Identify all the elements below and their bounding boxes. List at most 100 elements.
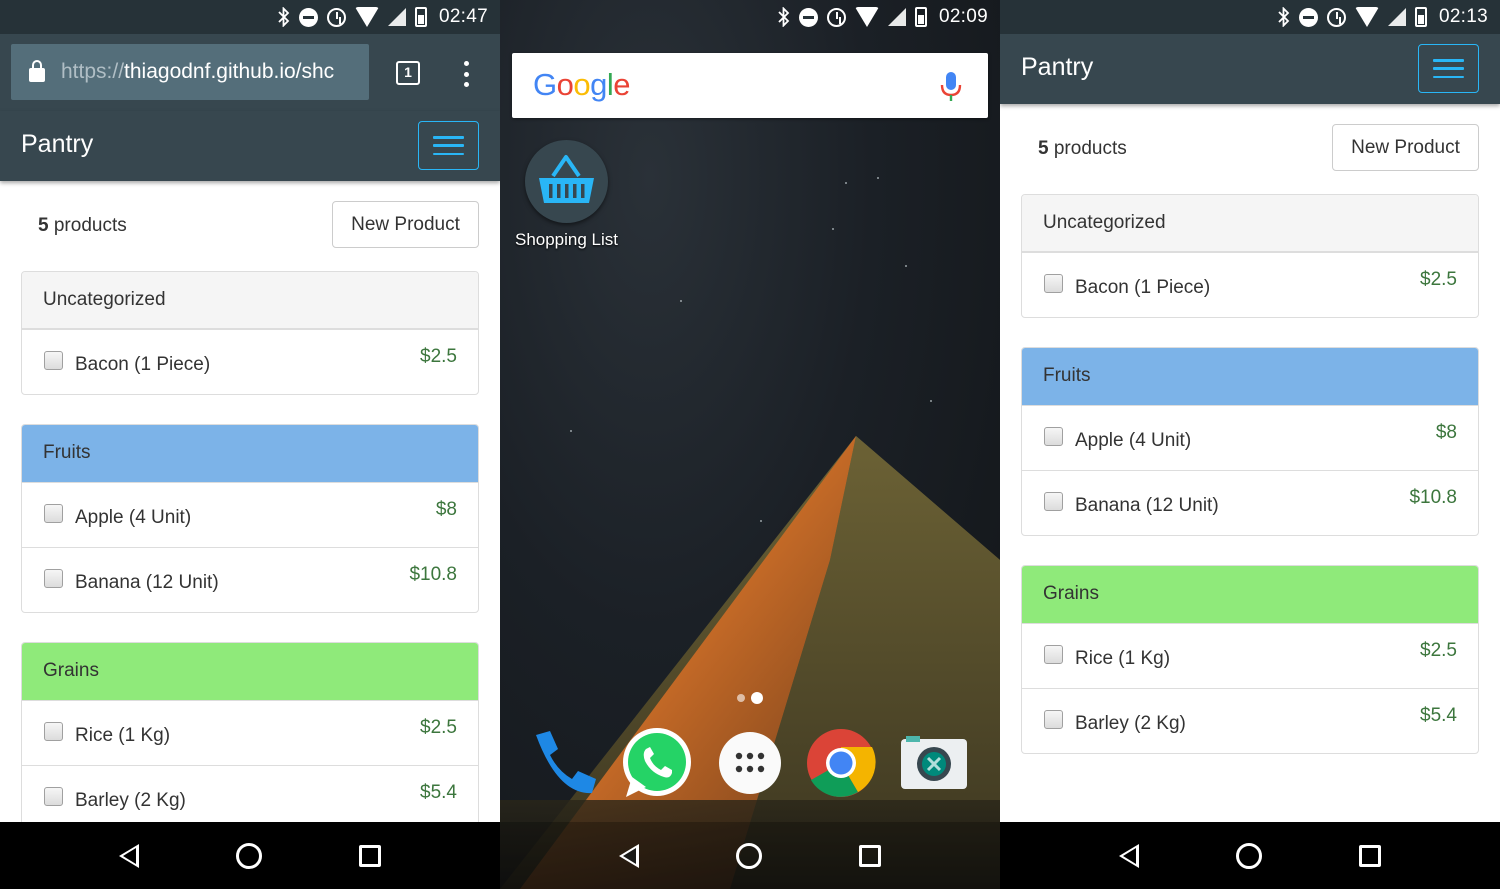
alarm-icon: [326, 7, 346, 27]
microphone-icon[interactable]: [940, 71, 962, 103]
home-icon[interactable]: [235, 842, 262, 869]
alarm-icon: [1326, 7, 1346, 27]
url-text: https://thiagodnf.github.io/shc: [61, 60, 335, 83]
menu-toggle-button[interactable]: [1418, 44, 1479, 93]
do-not-disturb-icon: [298, 7, 318, 27]
browser-menu-icon[interactable]: [464, 61, 470, 87]
product-checkbox[interactable]: [44, 722, 63, 741]
product-checkbox[interactable]: [1044, 427, 1063, 446]
clock: 02:13: [1438, 6, 1488, 27]
lock-icon: [29, 60, 45, 82]
clock: 02:47: [438, 6, 488, 27]
new-product-button[interactable]: New Product: [332, 201, 479, 248]
wifi-icon: [1354, 7, 1379, 27]
new-product-button[interactable]: New Product: [1332, 124, 1479, 171]
group-panel-grains: Grains Rice (1 Kg) $2.5 Barley (2 Kg) $5…: [21, 642, 479, 831]
home-icon[interactable]: [735, 842, 762, 869]
product-name: Rice (1 Kg): [1075, 648, 1171, 669]
system-nav-bar: [500, 822, 1000, 889]
product-item[interactable]: Bacon (1 Piece) $2.5: [1022, 252, 1478, 317]
app-navbar: Pantry: [1000, 34, 1500, 104]
whatsapp-icon[interactable]: [620, 727, 692, 799]
back-icon[interactable]: [618, 843, 639, 868]
browser-toolbar: https://thiagodnf.github.io/shc 1: [0, 34, 500, 111]
product-price: $8: [435, 499, 457, 520]
status-bar: 02:13: [1000, 0, 1500, 34]
app-brand[interactable]: Pantry: [1021, 53, 1093, 82]
product-item[interactable]: Banana (12 Unit) $10.8: [22, 547, 478, 612]
phone-icon[interactable]: [528, 727, 600, 799]
product-checkbox[interactable]: [44, 787, 63, 806]
product-item[interactable]: Bacon (1 Piece) $2.5: [22, 329, 478, 394]
product-price: $10.8: [409, 564, 457, 585]
product-item[interactable]: Apple (4 Unit) $8: [1022, 405, 1478, 470]
product-price: $2.5: [420, 717, 457, 738]
product-checkbox[interactable]: [1044, 492, 1063, 511]
back-icon[interactable]: [118, 843, 139, 868]
recents-icon[interactable]: [1359, 844, 1382, 867]
group-heading: Uncategorized: [1022, 195, 1478, 252]
summary-row: 5 products New Product: [1021, 124, 1479, 194]
summary-row: 5 products New Product: [21, 201, 479, 271]
recents-icon[interactable]: [859, 844, 882, 867]
home-icon[interactable]: [1235, 842, 1262, 869]
product-name: Apple (4 Unit): [1075, 430, 1192, 451]
camera-icon[interactable]: [898, 727, 970, 799]
group-panel-fruits: Fruits Apple (4 Unit) $8 Banana (12 Unit…: [21, 424, 479, 613]
battery-icon: [414, 7, 427, 27]
product-price: $10.8: [1409, 487, 1457, 508]
cell-signal-icon: [387, 8, 406, 26]
product-price: $5.4: [420, 782, 457, 803]
system-nav-bar: [0, 822, 500, 889]
product-checkbox[interactable]: [1044, 274, 1063, 293]
product-price: $5.4: [1420, 705, 1457, 726]
main-content: 5 products New Product Uncategorized Bac…: [21, 201, 479, 860]
back-icon[interactable]: [1118, 843, 1139, 868]
basket-icon: [539, 155, 594, 203]
app-brand[interactable]: Pantry: [21, 130, 93, 159]
app-drawer-icon[interactable]: [714, 727, 786, 799]
product-item[interactable]: Barley (2 Kg) $5.4: [22, 765, 478, 830]
product-item[interactable]: Barley (2 Kg) $5.4: [1022, 688, 1478, 753]
product-count: 5 products: [1038, 138, 1127, 159]
bluetooth-icon: [278, 7, 290, 27]
group-heading: Fruits: [22, 425, 478, 482]
group-panel-uncategorized: Uncategorized Bacon (1 Piece) $2.5: [1021, 194, 1479, 318]
group-panel-fruits: Fruits Apple (4 Unit) $8 Banana (12 Unit…: [1021, 347, 1479, 536]
product-item[interactable]: Apple (4 Unit) $8: [22, 482, 478, 547]
bluetooth-icon: [1278, 7, 1290, 27]
tab-switcher-button[interactable]: 1: [396, 61, 420, 85]
screen-standalone-app: 02:13 Pantry 5 products New Product Unca…: [1000, 0, 1500, 889]
product-item[interactable]: Banana (12 Unit) $10.8: [1022, 470, 1478, 535]
product-item[interactable]: Rice (1 Kg) $2.5: [22, 700, 478, 765]
google-search-bar[interactable]: Google: [512, 53, 988, 118]
shopping-list-label[interactable]: Shopping List: [500, 230, 633, 250]
shopping-list-app-icon[interactable]: [525, 140, 608, 223]
product-name: Banana (12 Unit): [75, 572, 219, 593]
menu-toggle-button[interactable]: [418, 121, 479, 170]
product-name: Apple (4 Unit): [75, 507, 192, 528]
product-checkbox[interactable]: [44, 504, 63, 523]
battery-icon: [1414, 7, 1427, 27]
wifi-icon: [854, 7, 879, 27]
google-logo: Google: [533, 67, 631, 102]
clock: 02:09: [938, 6, 988, 27]
product-price: $2.5: [1420, 640, 1457, 661]
product-price: $8: [1435, 422, 1457, 443]
product-price: $2.5: [1420, 269, 1457, 290]
chrome-icon[interactable]: [805, 727, 877, 799]
page-indicator: [737, 692, 763, 704]
cell-signal-icon: [887, 8, 906, 26]
address-bar[interactable]: https://thiagodnf.github.io/shc: [11, 44, 369, 100]
product-checkbox[interactable]: [1044, 645, 1063, 664]
product-checkbox[interactable]: [44, 351, 63, 370]
status-bar: 02:47: [0, 0, 500, 34]
group-heading: Fruits: [1022, 348, 1478, 405]
main-content: 5 products New Product Uncategorized Bac…: [1021, 124, 1479, 783]
product-name: Barley (2 Kg): [1075, 713, 1186, 734]
product-checkbox[interactable]: [44, 569, 63, 588]
product-checkbox[interactable]: [1044, 710, 1063, 729]
system-nav-bar: [1000, 822, 1500, 889]
recents-icon[interactable]: [359, 844, 382, 867]
product-item[interactable]: Rice (1 Kg) $2.5: [1022, 623, 1478, 688]
